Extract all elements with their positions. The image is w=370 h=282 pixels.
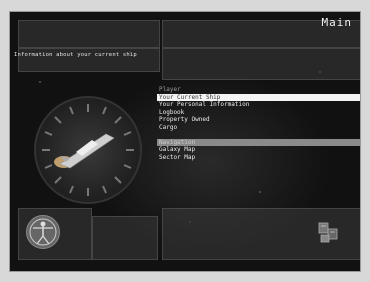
vitruvian-man-icon[interactable] — [26, 215, 60, 249]
menu-item-sector-map[interactable]: Sector Map — [157, 154, 360, 162]
game-screen: Main Information about your current ship — [10, 12, 360, 271]
spaceship-icon — [54, 133, 115, 169]
main-menu: Player Your Current Ship Your Personal I… — [157, 86, 360, 161]
menu-section-player: Player — [159, 86, 181, 93]
menu-item-current-ship[interactable]: Your Current Ship — [157, 93, 360, 102]
bottom-mid-panel — [92, 216, 158, 260]
menu-item-galaxy-map[interactable]: Galaxy Map — [157, 146, 360, 154]
info-text: Information about your current ship — [14, 52, 137, 58]
header-blank-panel — [162, 48, 360, 80]
menu-item-personal-info[interactable]: Your Personal Information — [157, 101, 360, 109]
top-left-panel — [18, 20, 160, 48]
menu-section-navigation: Navigation — [157, 138, 360, 147]
menu-item-property[interactable]: Property Owned — [157, 116, 360, 124]
computer-terminal-icon[interactable] — [316, 221, 340, 245]
menu-item-cargo[interactable]: Cargo — [157, 124, 360, 132]
menu-item-logbook[interactable]: Logbook — [157, 109, 360, 117]
page-title: Main — [321, 16, 352, 29]
